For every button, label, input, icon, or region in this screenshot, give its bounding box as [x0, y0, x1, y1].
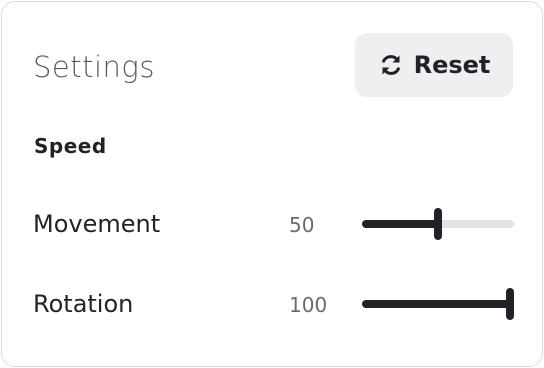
rotation-slider[interactable] [362, 286, 514, 322]
reset-button[interactable]: Reset [355, 33, 513, 97]
reset-button-label: Reset [413, 51, 491, 79]
movement-slider-thumb[interactable] [434, 208, 442, 240]
settings-panel: Settings Reset Speed Movement 50 Rotatio… [1, 1, 543, 367]
rotation-slider-thumb[interactable] [506, 288, 514, 320]
movement-slider[interactable] [362, 206, 514, 242]
rotation-value: 100 [289, 293, 328, 317]
rotation-label: Rotation [33, 290, 134, 318]
panel-title: Settings [33, 50, 155, 84]
refresh-icon [378, 52, 404, 78]
rotation-slider-fill [362, 300, 514, 308]
section-title-speed: Speed [34, 134, 107, 158]
movement-value: 50 [289, 213, 315, 237]
movement-slider-fill [362, 220, 442, 228]
movement-label: Movement [33, 210, 161, 238]
